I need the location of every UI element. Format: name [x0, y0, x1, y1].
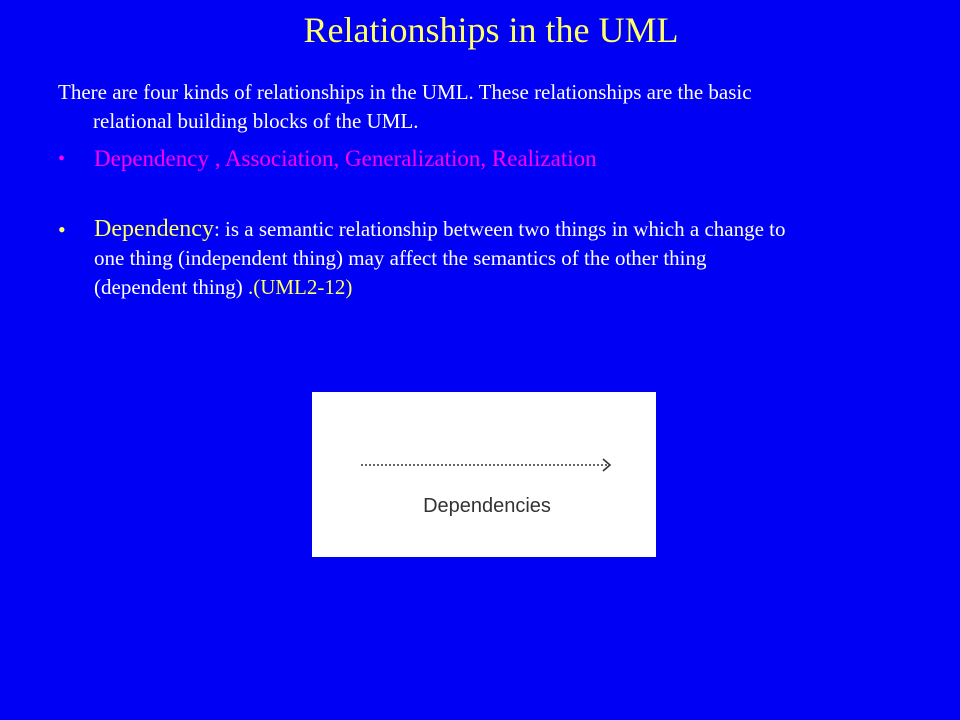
- intro-paragraph: There are four kinds of relationships in…: [58, 78, 918, 136]
- definition-text-line-3: (dependent thing): [94, 275, 248, 299]
- relationship-kinds-text: Dependency , Association, Generalization…: [94, 146, 597, 171]
- figure-caption: Dependencies: [423, 495, 551, 517]
- definition-text-line-2: one thing (independent thing) may affect…: [94, 246, 707, 270]
- bullet-icon: •: [58, 217, 66, 242]
- bullet-dependency-definition: • Dependency: is a semantic relationship…: [58, 215, 938, 302]
- bullet-list: • Dependency , Association, Generalizati…: [58, 143, 938, 302]
- intro-line-1: There are four kinds of relationships in…: [58, 80, 752, 104]
- slide-title: Relationships in the UML: [303, 10, 679, 50]
- bullet-icon: •: [58, 148, 66, 170]
- dashed-open-arrow-icon: [361, 458, 612, 472]
- intro-line-2: relational building blocks of the UML.: [93, 109, 419, 133]
- bullet-relationship-kinds: • Dependency , Association, Generalizati…: [58, 143, 938, 175]
- definition-text-line-1: is a semantic relationship between two t…: [219, 217, 786, 241]
- definition-reference: .(UML2-12): [247, 275, 353, 299]
- dependency-figure: Dependencies: [312, 392, 656, 557]
- dependency-term: Dependency: [94, 216, 214, 242]
